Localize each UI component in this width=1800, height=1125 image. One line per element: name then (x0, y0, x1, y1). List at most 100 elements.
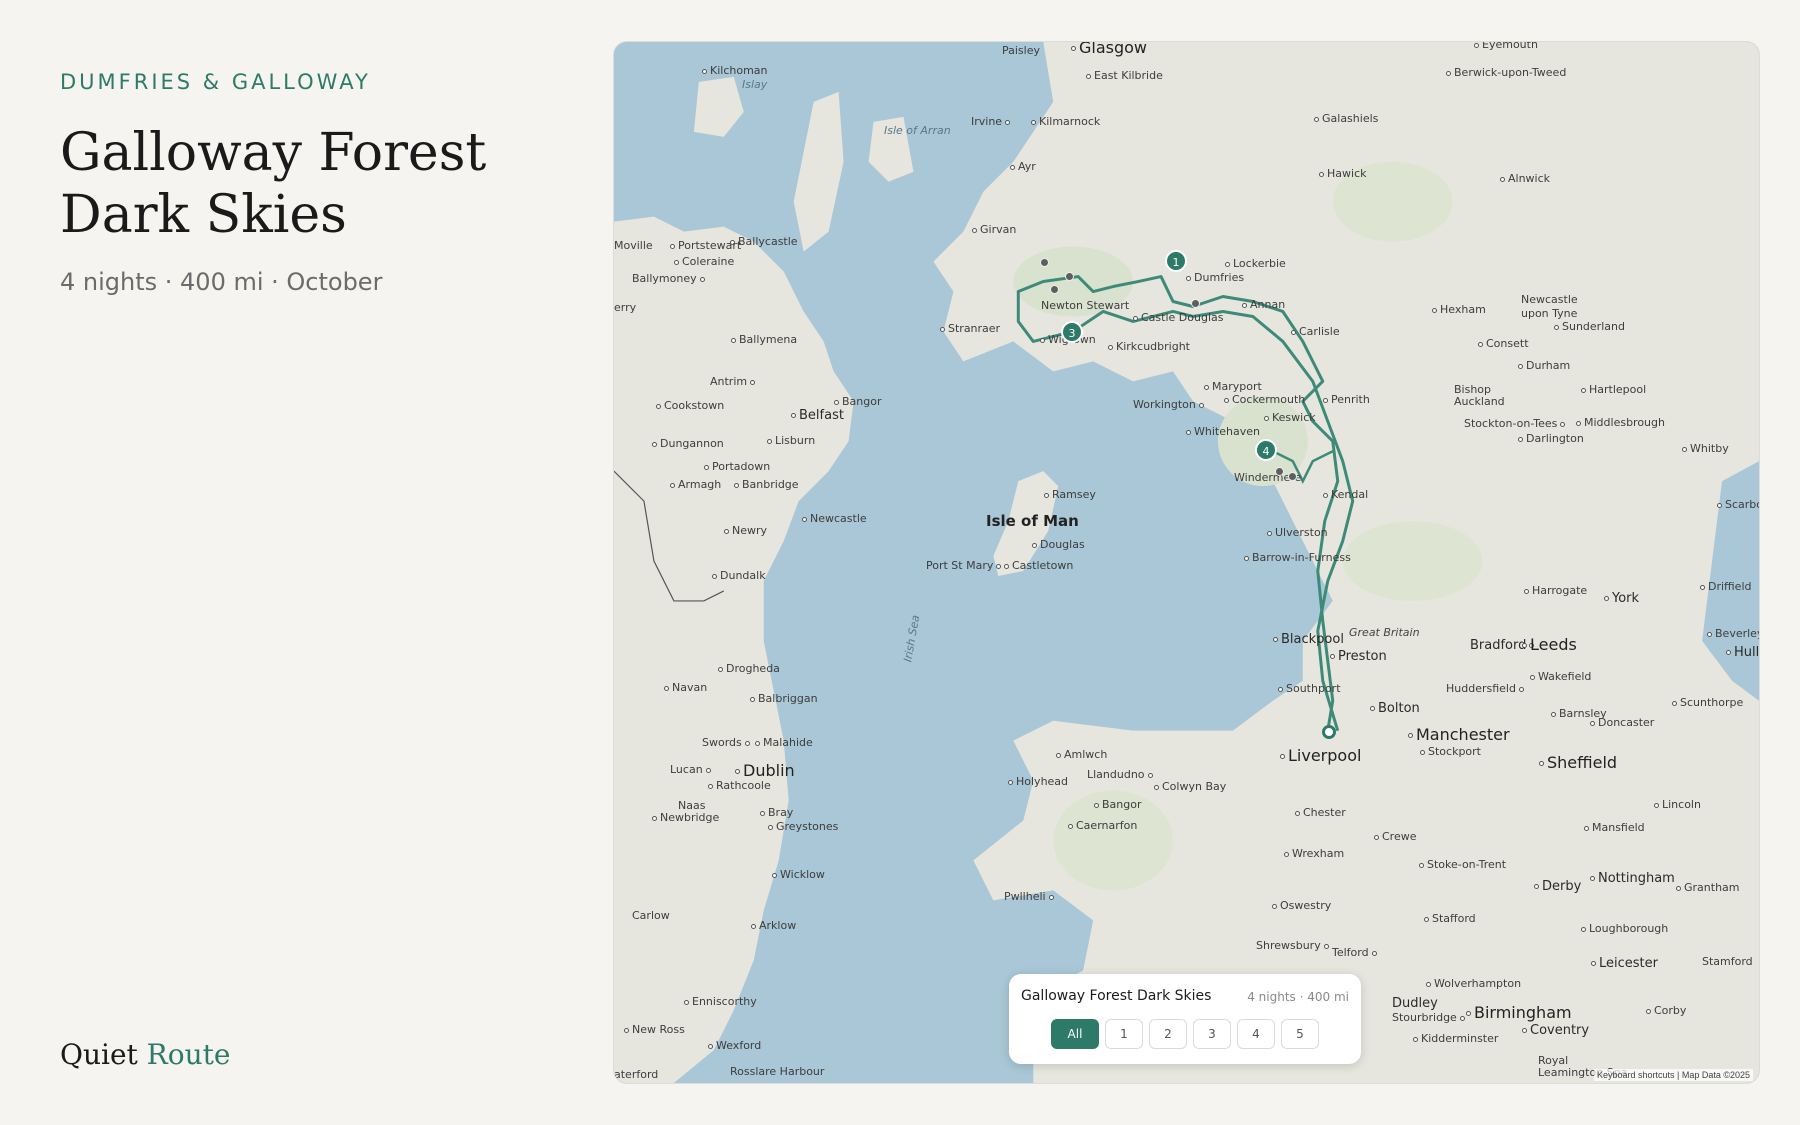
label-great-britain: Great Britain (1349, 626, 1420, 639)
label-berwick: Berwick-upon-Tweed (1446, 66, 1566, 79)
label-blackpool: Blackpool (1273, 632, 1344, 647)
label-holyhead: Holyhead (1008, 775, 1068, 788)
label-bangor-ni: Bangor (834, 395, 882, 408)
label-preston: Preston (1330, 649, 1387, 664)
label-consett: Consett (1478, 337, 1529, 350)
label-belfast: Belfast (791, 408, 844, 423)
label-middlesbrough: Middlesbrough (1576, 416, 1665, 429)
route-stop[interactable] (1050, 285, 1059, 294)
day-button-3[interactable]: 3 (1193, 1019, 1231, 1049)
label-stoke: Stoke-on-Trent (1419, 858, 1506, 871)
label-dublin: Dublin (735, 761, 795, 780)
label-grantham: Grantham (1676, 881, 1740, 894)
label-huddersfield: Huddersfield (1446, 682, 1527, 695)
route-stop[interactable] (1191, 299, 1200, 308)
landmass-kintyre (793, 91, 844, 252)
label-banbridge: Banbridge (734, 478, 799, 491)
label-balbriggan: Balbriggan (750, 692, 818, 705)
trip-subtitle: 4 nights · 400 mi · October (60, 268, 383, 296)
label-stranraer: Stranraer (940, 322, 1000, 335)
label-portadown: Portadown (704, 460, 770, 473)
label-liverpool: Liverpool (1280, 746, 1361, 765)
label-port-st-mary: Port St Mary (926, 559, 1004, 572)
label-alnwick: Alnwick (1500, 172, 1550, 185)
label-arklow: Arklow (751, 919, 796, 932)
route-stop[interactable] (1275, 467, 1284, 476)
map-attribution[interactable]: Keyboard shortcuts | Map Data ©2025 (1593, 1069, 1753, 1081)
day-button-4[interactable]: 4 (1237, 1019, 1275, 1049)
label-hartlepool: Hartlepool (1581, 383, 1646, 396)
label-llandudno: Llandudno (1087, 768, 1156, 781)
label-colwyn-bay: Colwyn Bay (1154, 780, 1226, 793)
label-lisburn: Lisburn (767, 434, 815, 447)
label-lockerbie: Lockerbie (1225, 257, 1286, 270)
brand-logo[interactable]: Quiet Route (60, 1038, 230, 1071)
brand-word-2: Route (146, 1038, 231, 1071)
label-lucan: Lucan (670, 763, 714, 776)
label-newcastle-upon-tyne: Newcastle upon Tyne (1521, 293, 1578, 320)
label-coleraine: Coleraine (674, 255, 734, 268)
label-irvine: Irvine (971, 115, 1013, 128)
label-carlisle: Carlisle (1291, 325, 1340, 338)
label-newton-stewart: Newton Stewart (1041, 299, 1130, 312)
region-label: DUMFRIES & GALLOWAY (60, 70, 371, 94)
label-york: York (1604, 591, 1639, 606)
label-amlwch: Amlwch (1056, 748, 1107, 761)
day-button-2[interactable]: 2 (1149, 1019, 1187, 1049)
label-ballymoney: Ballymoney (632, 272, 708, 285)
label-keswick: Keswick (1264, 411, 1316, 424)
label-girvan: Girvan (972, 223, 1016, 236)
day-marker-3[interactable]: 3 (1061, 321, 1083, 343)
label-isle-of-arran: Isle of Arran (884, 124, 951, 137)
label-harrogate: Harrogate (1524, 584, 1587, 597)
label-kidderminster: Kidderminster (1413, 1032, 1498, 1045)
label-cockermouth: Cockermouth (1224, 393, 1305, 406)
label-eyemouth: Eyemouth (1474, 42, 1538, 51)
label-whitehaven: Whitehaven (1186, 425, 1260, 438)
label-wolverhampton: Wolverhampton (1426, 977, 1521, 990)
label-shrewsbury: Shrewsbury (1256, 939, 1332, 952)
label-kilchoman: Kilchoman (702, 64, 768, 77)
label-rosslare: Rosslare Harbour (730, 1065, 825, 1078)
label-sunderland: Sunderland (1554, 320, 1625, 333)
label-castletown: Castletown (1004, 559, 1073, 572)
trip-card-meta: 4 nights · 400 mi (1247, 990, 1349, 1004)
page-title: Galloway Forest Dark Skies (60, 122, 580, 246)
label-dumfries: Dumfries (1186, 271, 1244, 284)
label-whitby: Whitby (1682, 442, 1729, 455)
label-nottingham: Nottingham (1590, 871, 1675, 886)
label-east-kilbride: East Kilbride (1086, 69, 1163, 82)
label-derby: Derby (1534, 879, 1581, 894)
label-armagh: Armagh (670, 478, 721, 491)
day-button-1[interactable]: 1 (1105, 1019, 1143, 1049)
label-ayr: Ayr (1010, 160, 1036, 173)
label-glasgow: Glasgow (1071, 42, 1147, 57)
day-marker-1[interactable]: 1 (1165, 250, 1187, 272)
day-button-all[interactable]: All (1051, 1019, 1099, 1049)
brand-word-1: Quiet (60, 1038, 138, 1071)
day-button-5[interactable]: 5 (1281, 1019, 1319, 1049)
label-moville: Moville (614, 239, 653, 252)
label-southport: Southport (1278, 682, 1341, 695)
label-isle-of-man: Isle of Man (986, 512, 1079, 530)
route-stop[interactable] (1065, 272, 1074, 281)
label-new-ross: New Ross (624, 1023, 685, 1036)
label-durham: Durham (1518, 359, 1570, 372)
label-castle-douglas: Castle Douglas (1133, 311, 1223, 324)
route-map[interactable]: Glasgow Paisley East Kilbride Kilchoman … (613, 41, 1760, 1084)
label-stamford: Stamford (1702, 955, 1753, 968)
route-stop[interactable] (1040, 258, 1049, 267)
label-ballymena: Ballymena (731, 333, 797, 346)
day-marker-4[interactable]: 4 (1255, 439, 1277, 461)
label-dudley: Dudley (1392, 996, 1438, 1011)
trip-card-title: Galloway Forest Dark Skies (1021, 988, 1212, 1004)
label-bishop-auckland: Bishop Auckland (1454, 383, 1505, 408)
label-carlow: Carlow (632, 909, 670, 922)
label-antrim: Antrim (710, 375, 758, 388)
route-stop[interactable] (1288, 472, 1297, 481)
label-paisley: Paisley (1002, 44, 1041, 57)
label-newry: Newry (724, 524, 767, 537)
label-hexham: Hexham (1432, 303, 1486, 316)
route-origin-marker[interactable] (1322, 725, 1336, 739)
label-bolton: Bolton (1370, 701, 1420, 716)
